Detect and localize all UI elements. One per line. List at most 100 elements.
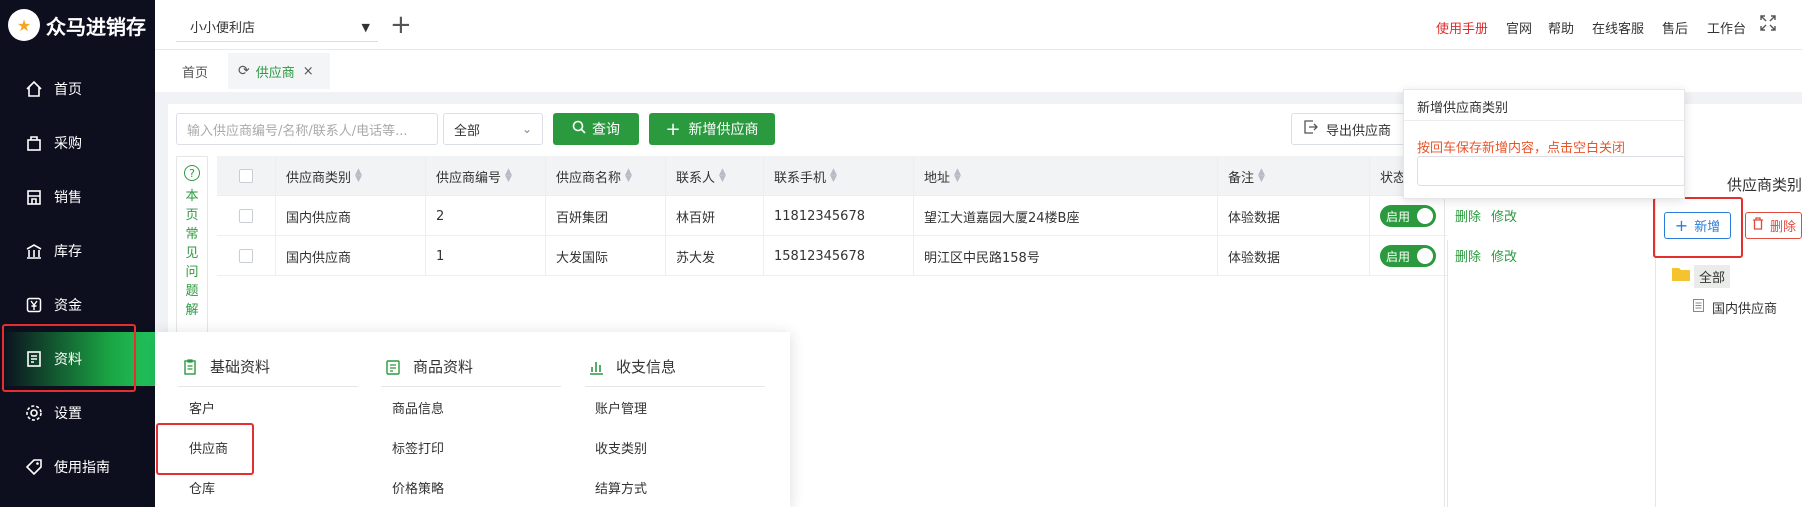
popover-divider: [1404, 120, 1684, 121]
add-supplier-button[interactable]: + 新增供应商: [649, 113, 775, 145]
sidebar-item-sales[interactable]: 销售: [0, 170, 155, 224]
sidebar-item-purchase[interactable]: 采购: [0, 116, 155, 170]
cell-phone: 15812345678: [763, 236, 913, 276]
cell-address: 望江大道嘉园大厦24楼B座: [913, 196, 1217, 236]
cell-category: 国内供应商: [275, 236, 425, 276]
column-header[interactable]: 联系人 ▲ ▼: [665, 156, 763, 196]
menu-section-basic: 基础资料: [182, 356, 270, 377]
workbench-link[interactable]: 工作台: [1707, 18, 1746, 37]
manual-link[interactable]: 使用手册: [1436, 18, 1488, 37]
home-icon: [24, 79, 44, 99]
column-header[interactable]: 供应商类别 ▲ ▼: [275, 156, 425, 196]
sort-icon: ▲ ▼: [505, 167, 512, 184]
sidebar-item-inventory[interactable]: 库存: [0, 224, 155, 278]
row-checkbox[interactable]: [239, 236, 253, 276]
website-link[interactable]: 官网: [1506, 18, 1532, 37]
query-button[interactable]: 查询: [553, 113, 639, 145]
menu-item-accounts[interactable]: 账户管理: [595, 398, 647, 417]
export-button[interactable]: 导出供应商: [1291, 113, 1411, 145]
shop-icon: [24, 187, 44, 207]
tree-node-all[interactable]: 全部: [1672, 264, 1731, 288]
delete-category-button[interactable]: 删除: [1745, 212, 1802, 239]
app-name: 众马进销存: [46, 14, 146, 39]
sort-icon: ▲ ▼: [355, 167, 362, 184]
fullscreen-icon[interactable]: [1759, 14, 1779, 34]
column-header[interactable]: 联系手机 ▲ ▼: [763, 156, 913, 196]
menu-divider: [178, 386, 358, 387]
status-toggle[interactable]: 启用: [1380, 205, 1436, 227]
tab-label: 供应商: [255, 65, 295, 81]
column-header[interactable]: 供应商编号 ▲ ▼: [425, 156, 545, 196]
edit-row-link[interactable]: 修改: [1491, 206, 1517, 225]
clipboard-icon: [182, 358, 198, 375]
sidebar-item-label: 资金: [54, 298, 82, 314]
cell-remark: 体验数据: [1217, 236, 1369, 276]
table-row[interactable]: 国内供应商 1 大发国际 苏大发 15812345678 明江区中民路158号 …: [217, 236, 1447, 276]
divider: [1444, 156, 1445, 507]
menu-item-price-strategy[interactable]: 价格策略: [392, 478, 444, 497]
tab-supplier[interactable]: ⟳ 供应商 ×: [228, 53, 330, 89]
status-toggle[interactable]: 启用: [1380, 245, 1436, 267]
tab-home[interactable]: 首页: [182, 62, 208, 81]
menu-section-finance: 收支信息: [588, 356, 676, 377]
sidebar-item-label: 库存: [54, 244, 82, 260]
cell-phone: 11812345678: [763, 196, 913, 236]
online-service-link[interactable]: 在线客服: [1592, 18, 1644, 37]
cell-remark: 体验数据: [1217, 196, 1369, 236]
cell-contact: 苏大发: [665, 236, 763, 276]
menu-item-warehouse[interactable]: 仓库: [189, 478, 215, 497]
menu-item-label-print[interactable]: 标签打印: [392, 438, 444, 457]
sort-icon: ▲ ▼: [719, 167, 726, 184]
tab-bar: [155, 50, 1802, 92]
tree-node-domestic[interactable]: 国内供应商: [1693, 298, 1777, 317]
menu-item-income-category[interactable]: 收支类别: [595, 438, 647, 457]
add-supplier-label: 新增供应商: [688, 122, 759, 138]
search-input[interactable]: 输入供应商编号/名称/联系人/电话等...: [176, 113, 438, 145]
menu-item-customer[interactable]: 客户: [189, 398, 215, 417]
filter-value: 全部: [454, 123, 481, 139]
menu-item-goods-info[interactable]: 商品信息: [392, 398, 444, 417]
highlight-supplier-menu: [156, 423, 254, 475]
cell-status: 启用: [1369, 196, 1447, 236]
sidebar-item-label: 设置: [54, 406, 82, 422]
table-row[interactable]: 国内供应商 2 百妍集团 林百妍 11812345678 望江大道嘉园大厦24楼…: [217, 196, 1447, 236]
app-logo[interactable]: ★ 众马进销存: [0, 0, 155, 50]
caret-down-icon: ▼: [361, 21, 370, 34]
category-filter-select[interactable]: 全部 ⌄: [443, 113, 543, 145]
cell-name: 大发国际: [545, 236, 665, 276]
store-selector[interactable]: 小小便利店 ▼: [176, 12, 378, 42]
column-header[interactable]: 备注 ▲ ▼: [1217, 156, 1369, 196]
warehouse-icon: [24, 241, 44, 261]
column-header[interactable]: 供应商名称 ▲ ▼: [545, 156, 665, 196]
column-header[interactable]: 地址 ▲ ▼: [913, 156, 1217, 196]
menu-divider: [585, 386, 765, 387]
category-panel-title: 供应商类别: [1727, 176, 1802, 194]
popover-title: 新增供应商类别: [1417, 101, 1509, 116]
sidebar-item-home[interactable]: 首页: [0, 62, 155, 116]
trash-icon: [1752, 217, 1764, 234]
row-actions: 删除 修改: [1455, 246, 1527, 265]
aftersale-link[interactable]: 售后: [1662, 18, 1688, 37]
close-tab-icon[interactable]: ×: [303, 64, 314, 79]
folder-icon: [1672, 267, 1690, 285]
sidebar-item-label: 采购: [54, 136, 82, 152]
sidebar-item-settings[interactable]: 设置: [0, 386, 155, 440]
menu-item-settlement[interactable]: 结算方式: [595, 478, 647, 497]
delete-row-link[interactable]: 删除: [1455, 206, 1481, 225]
delete-row-link[interactable]: 删除: [1455, 246, 1481, 265]
export-icon: [1304, 120, 1318, 138]
row-checkbox[interactable]: [239, 196, 253, 236]
bar-chart-icon: [588, 359, 604, 375]
category-name-input[interactable]: [1417, 156, 1685, 186]
yuan-icon: [24, 295, 44, 315]
select-all-checkbox[interactable]: [239, 156, 253, 196]
file-icon: [1693, 299, 1704, 316]
edit-row-link[interactable]: 修改: [1491, 246, 1517, 265]
help-link[interactable]: 帮助: [1548, 18, 1574, 37]
sidebar-item-guide[interactable]: 使用指南: [0, 440, 155, 494]
refresh-icon[interactable]: ⟳: [238, 63, 250, 79]
faq-strip[interactable]: ? 本页常见问题解: [176, 156, 208, 336]
tag-icon: [24, 457, 44, 477]
add-store-icon[interactable]: +: [390, 10, 412, 40]
highlight-add-category: [1653, 197, 1743, 258]
